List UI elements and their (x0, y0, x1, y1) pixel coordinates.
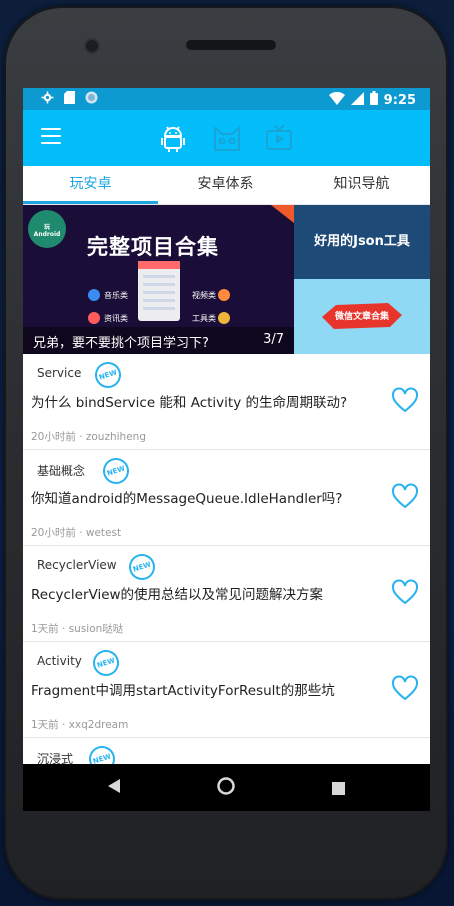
system-nav-bar (23, 764, 430, 811)
new-badge-icon: NEW (125, 550, 159, 584)
recents-icon[interactable] (332, 780, 345, 799)
article-title: Fragment中调用startActivityForResult的那些坑 (31, 683, 335, 699)
battery-icon (369, 91, 378, 109)
list-item[interactable]: 基础概念 NEW 你知道android的MessageQueue.IdleHan… (23, 450, 430, 546)
banner-side-json-tool[interactable]: 好用的Json工具 (294, 205, 430, 279)
banner-logo-text: 玩Android (33, 224, 61, 238)
new-badge-icon: NEW (91, 358, 125, 392)
banner-label-tools: 工具类 (192, 314, 216, 323)
banner-main-title: 完整项目合集 (87, 235, 219, 259)
circle-icon (85, 91, 98, 108)
tab-android-system[interactable]: 安卓体系 (158, 166, 293, 204)
banner-main-image[interactable]: 玩Android 完整项目合集 音乐类 视频类 资讯类 工具类 兄弟，要不要挑个… (23, 205, 294, 354)
front-camera (84, 38, 100, 54)
banner-caption: 兄弟，要不要挑个项目学习下? (33, 336, 209, 351)
heart-icon[interactable] (391, 483, 419, 509)
new-badge-icon: NEW (99, 454, 133, 488)
article-meta: 20小时前 · zouzhiheng (31, 431, 146, 443)
app-toolbar (23, 110, 430, 166)
article-chapter: 基础概念 (37, 464, 86, 478)
list-item[interactable]: RecyclerView NEW RecyclerView的使用总结以及常见问题… (23, 546, 430, 642)
earpiece-speaker (186, 40, 276, 50)
banner-label-news: 资讯类 (104, 314, 128, 323)
wifi-icon (328, 91, 345, 109)
article-chapter: Activity (37, 654, 82, 668)
banner-side-wechat-articles[interactable]: 微信文章合集 (294, 279, 430, 354)
tab-indicator (23, 201, 158, 204)
heart-icon[interactable] (391, 387, 419, 413)
list-item[interactable]: Activity NEW Fragment中调用startActivityFor… (23, 642, 430, 738)
back-icon[interactable] (107, 778, 121, 798)
android-icon[interactable] (157, 122, 189, 154)
banner-carousel[interactable]: 玩Android 完整项目合集 音乐类 视频类 资讯类 工具类 兄弟，要不要挑个… (23, 205, 430, 354)
banner-side-top-text: 好用的Json工具 (314, 234, 410, 249)
home-icon[interactable] (217, 777, 235, 799)
article-meta: 20小时前 · wetest (31, 527, 122, 539)
status-bar: 9:25 (23, 88, 430, 110)
gear-icon (41, 91, 54, 108)
cat-icon[interactable] (211, 122, 243, 154)
signal-icon (350, 91, 364, 109)
heart-icon[interactable] (391, 675, 419, 701)
article-list: Service NEW 为什么 bindService 能和 Activity … (23, 354, 430, 811)
banner-side-bottom-text: 微信文章合集 (334, 312, 389, 322)
banner-label-music: 音乐类 (104, 291, 128, 300)
article-meta: 1天前 · susion哒哒 (31, 623, 124, 635)
article-title: 为什么 bindService 能和 Activity 的生命周期联动? (31, 395, 348, 411)
heart-icon[interactable] (391, 579, 419, 605)
tab-bar: 玩安卓 安卓体系 知识导航 (23, 166, 430, 205)
new-badge-icon: NEW (89, 646, 123, 680)
banner-label-video: 视频类 (192, 291, 216, 300)
banner-caption-bar: 兄弟，要不要挑个项目学习下? 3/7 (23, 327, 294, 354)
article-chapter: Service (37, 366, 82, 380)
tab-wan-android[interactable]: 玩安卓 (23, 166, 158, 204)
article-chapter: RecyclerView (37, 558, 117, 572)
emulator-background: 9:25 玩安卓 安卓体系 知识导航 玩Android 完整项目合集 音乐类 视… (0, 0, 454, 906)
sd-card-icon (64, 91, 75, 108)
article-title: RecyclerView的使用总结以及常见问题解决方案 (31, 587, 324, 603)
list-item[interactable]: Service NEW 为什么 bindService 能和 Activity … (23, 354, 430, 450)
tab-knowledge-nav[interactable]: 知识导航 (293, 166, 430, 204)
hamburger-icon[interactable] (41, 128, 61, 144)
article-meta: 1天前 · xxq2dream (31, 719, 129, 731)
tv-icon[interactable] (263, 122, 295, 154)
banner-page-index: 3/7 (263, 332, 284, 347)
article-title: 你知道android的MessageQueue.IdleHandler吗? (31, 491, 343, 507)
phone-screen: 9:25 玩安卓 安卓体系 知识导航 玩Android 完整项目合集 音乐类 视… (23, 88, 430, 811)
status-time: 9:25 (383, 92, 416, 108)
